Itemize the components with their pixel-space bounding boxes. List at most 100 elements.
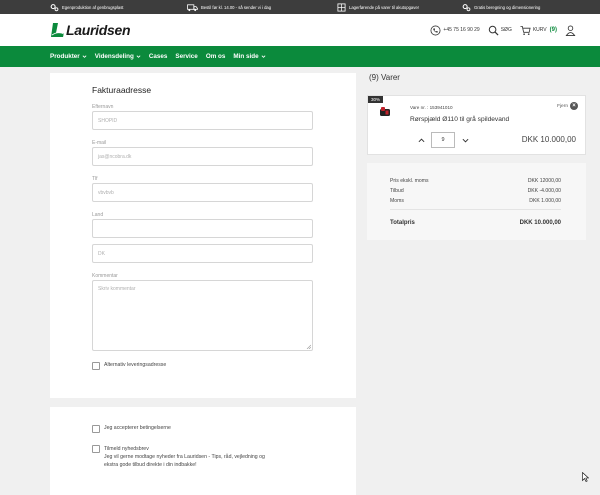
newsletter-desc-2: ekstra gode tilbud direkte i din indbakk… — [104, 462, 197, 468]
remove-label: Fjern — [557, 103, 568, 109]
totals-label: Moms — [390, 198, 404, 204]
lastname-field[interactable]: SHOPID — [92, 111, 313, 130]
usp-item: Bestil før kl. 14.00 - så sender vi i da… — [187, 0, 271, 14]
quantity-increase-button[interactable] — [417, 136, 425, 144]
remove-button[interactable]: Fjern × — [557, 102, 578, 110]
nav-label: Cases — [148, 53, 168, 60]
nav-label: Service — [175, 53, 198, 60]
field-label-email: E-mail — [92, 140, 107, 146]
newsletter-row[interactable]: Tilmeld nyhedsbrev Jeg vil gerne modtage… — [92, 445, 265, 469]
main-nav: Produkter Vidensdeling Cases Service Om … — [0, 46, 600, 67]
totals-label: Pris ekskl. moms — [390, 178, 429, 184]
item-number-label: Vare nr. : — [410, 105, 429, 110]
totals-divider — [390, 209, 561, 210]
phone-link[interactable]: +45 75 16 90 29 — [430, 25, 480, 36]
quantity-stepper: 9 — [417, 132, 469, 148]
nav-label: Produkter — [50, 53, 80, 60]
site-header: Lauridsen +45 75 16 90 29 SØG KURV (9) — [0, 14, 600, 46]
usp-item: Lagerførende på varer til akutopgaver — [337, 0, 419, 14]
alt-delivery-checkbox[interactable] — [92, 362, 100, 370]
usp-item: Gratis beregning og dimensionering — [462, 0, 540, 14]
logo[interactable]: Lauridsen — [51, 19, 131, 41]
chevron-down-icon — [136, 55, 141, 58]
comment-textarea[interactable]: Skriv kommentar — [92, 280, 313, 351]
chevron-down-icon — [261, 55, 266, 58]
nav-label: Min side — [233, 53, 259, 60]
discount-badge: 30% — [368, 96, 384, 103]
header-actions: +45 75 16 90 29 SØG KURV (9) — [430, 22, 576, 38]
cart-icon — [520, 25, 531, 35]
total-price-row: Totalpris DKK 10.000,00 — [390, 220, 561, 226]
usp-topbar: Egenproduktion af genbrugsplast Bestil f… — [0, 0, 600, 14]
accept-terms-label: Jeg accepterer betingelserne — [104, 425, 171, 431]
accept-terms-checkbox[interactable] — [92, 425, 100, 433]
cart-heading: (9) Varer — [369, 73, 400, 82]
search-label: SØG — [500, 27, 512, 33]
total-price-label: Totalpris — [390, 220, 415, 226]
totals-value: DKK 12000,00 — [527, 178, 561, 184]
totals-row: Tilbud DKK -4.000,00 — [390, 188, 561, 194]
account-button[interactable] — [565, 25, 576, 36]
item-number-value: 153941010 — [429, 105, 453, 110]
warehouse-icon — [337, 2, 346, 12]
gears-icon — [50, 3, 59, 11]
billing-form-card: Fakturaadresse Efternavn SHOPID E-mail j… — [50, 73, 356, 398]
chevron-up-icon — [418, 138, 424, 142]
close-icon: × — [570, 102, 578, 110]
nav-item-min-side[interactable]: Min side — [233, 53, 266, 60]
mouse-cursor-icon — [582, 472, 589, 482]
product-name[interactable]: Rørspjæld Ø110 til grå spildevand — [410, 116, 509, 123]
email-field[interactable]: jas@ncobra.dk — [92, 147, 313, 166]
alt-delivery-label: Alternativ leveringsadresse — [104, 362, 167, 368]
search-button[interactable]: SØG — [488, 25, 512, 36]
country-field[interactable] — [92, 219, 313, 238]
usp-text: Lagerførende på varer til akutopgaver — [349, 4, 420, 10]
search-icon — [488, 25, 499, 36]
alt-delivery-row[interactable]: Alternativ leveringsadresse — [92, 362, 166, 370]
newsletter-desc-1: Jeg vil gerne modtage nyheder fra Laurid… — [104, 454, 265, 460]
phone-number: +45 75 16 90 29 — [443, 27, 480, 33]
cart-button[interactable]: KURV (9) — [520, 25, 557, 36]
field-label-lastname: Efternavn — [92, 104, 114, 110]
nav-item-produkter[interactable]: Produkter — [50, 53, 87, 60]
field-label-comment: Kommentar — [92, 273, 118, 279]
nav-item-om-os[interactable]: Om os — [206, 53, 226, 60]
totals-value: DKK -4.000,00 — [527, 188, 561, 194]
nav-item-cases[interactable]: Cases — [149, 53, 168, 60]
field-label-phone: Tlf — [92, 176, 98, 182]
totals-label: Tilbud — [390, 188, 404, 194]
totals-value: DKK 1.000,00 — [529, 198, 561, 204]
totals-row: Moms DKK 1.000,00 — [390, 198, 561, 204]
cart-count: (9) — [549, 27, 557, 33]
total-price-value: DKK 10.000,00 — [519, 220, 561, 226]
line-price: DKK 10.000,00 — [521, 135, 576, 144]
newsletter-text: Tilmeld nyhedsbrev Jeg vil gerne modtage… — [104, 445, 265, 469]
phone-field[interactable]: vbvbvb — [92, 183, 313, 202]
country-code-field[interactable]: DK — [92, 244, 313, 263]
product-image[interactable] — [378, 105, 392, 119]
nav-label: Vidensdeling — [94, 53, 134, 60]
resize-handle-icon[interactable] — [306, 344, 311, 349]
quantity-decrease-button[interactable] — [461, 136, 469, 144]
logo-text: Lauridsen — [66, 22, 131, 38]
usp-text: Gratis beregning og dimensionering — [474, 4, 541, 10]
usp-text: Bestil før kl. 14.00 - så sender vi i da… — [201, 4, 272, 10]
cart-item: 30% Vare nr. : 153941010 Rørspjæld Ø110 … — [367, 95, 586, 155]
accept-terms-row[interactable]: Jeg accepterer betingelserne — [92, 425, 171, 433]
order-totals: Pris ekskl. moms DKK 12000,00 Tilbud DKK… — [367, 163, 586, 240]
terms-card: Jeg accepterer betingelserne Tilmeld nyh… — [50, 407, 356, 495]
chevron-down-icon — [462, 138, 468, 142]
phone-icon — [430, 25, 441, 35]
nav-item-service[interactable]: Service — [175, 53, 197, 60]
nav-label: Om os — [205, 53, 226, 60]
logo-mark-icon — [51, 23, 65, 37]
totals-row: Pris ekskl. moms DKK 12000,00 — [390, 178, 561, 184]
usp-text: Egenproduktion af genbrugsplast — [62, 4, 124, 10]
nav-item-vidensdeling[interactable]: Vidensdeling — [95, 53, 141, 60]
usp-item: Egenproduktion af genbrugsplast — [50, 0, 123, 14]
quantity-input[interactable]: 9 — [431, 132, 455, 148]
chevron-down-icon — [82, 55, 87, 58]
cart-label: KURV — [532, 27, 547, 33]
newsletter-checkbox[interactable] — [92, 445, 100, 453]
billing-title: Fakturaadresse — [92, 85, 152, 95]
